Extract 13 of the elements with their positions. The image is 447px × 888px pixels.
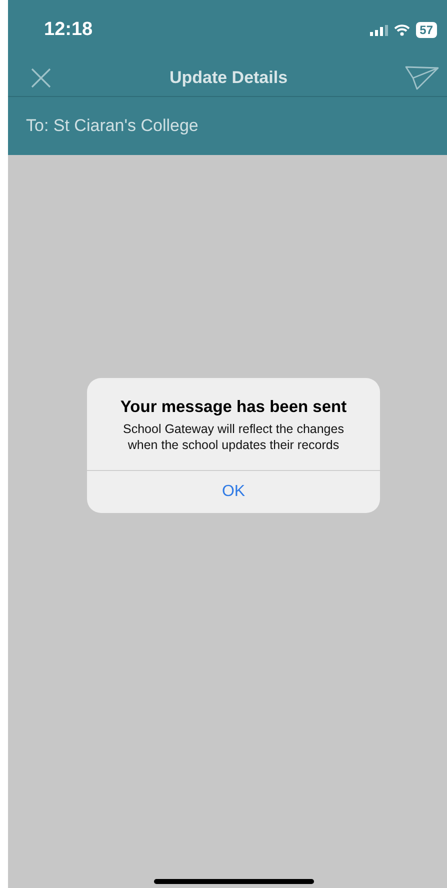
status-time: 12:18 bbox=[44, 19, 93, 41]
nav-title: Update Details bbox=[169, 68, 288, 88]
ok-button[interactable]: OK bbox=[87, 470, 380, 512]
battery-level: 57 bbox=[416, 22, 437, 38]
close-button[interactable] bbox=[30, 67, 52, 89]
recipient-text: To: St Ciaran's College bbox=[26, 116, 198, 136]
alert-title: Your message has been sent bbox=[119, 398, 348, 417]
signal-icon bbox=[370, 24, 388, 36]
alert-message: School Gateway will reflect the changes when the school updates their records bbox=[122, 421, 345, 454]
send-button[interactable] bbox=[405, 66, 439, 90]
wifi-icon bbox=[394, 24, 410, 36]
close-icon bbox=[30, 67, 52, 89]
paper-plane-icon bbox=[405, 66, 439, 90]
